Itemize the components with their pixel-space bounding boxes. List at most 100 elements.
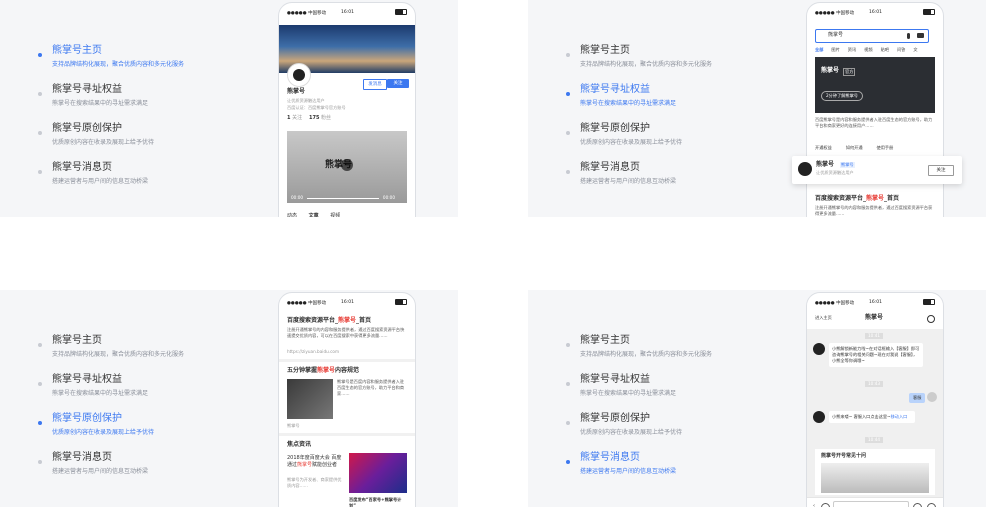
- bullet-dot: [38, 92, 42, 96]
- brand-card[interactable]: 熊掌号 官方 2分钟了解熊掌号: [815, 57, 935, 113]
- brand-card-badge: 官方: [843, 68, 856, 76]
- article-card[interactable]: 熊掌号开号常见十问: [815, 449, 935, 495]
- bullet-dot: [566, 92, 570, 96]
- tab-dynamic[interactable]: 动态: [287, 213, 297, 217]
- focus-item-2-title[interactable]: 百度发布“百家号+熊掌号计划”: [349, 497, 407, 507]
- tab-bar: 动态 文章 视频: [287, 213, 407, 217]
- tab-wenku[interactable]: 文: [913, 47, 917, 52]
- bullet-dot: [38, 421, 42, 425]
- brand-card-actions: 开通权益 如何开通 使用手册: [815, 145, 935, 151]
- focus-item-1-title[interactable]: 2018年度百度大会 百度通过熊掌号赋能创业者: [287, 455, 345, 469]
- menu-item-original[interactable]: 熊掌号原创保护 优质原创内容在收录及展现上给予优待: [558, 412, 788, 451]
- article-card-image: [821, 463, 929, 493]
- focus-item-1-desc: 熊掌号为开发者、商家提供优质内容……: [287, 477, 342, 488]
- play-icon[interactable]: [341, 159, 353, 171]
- menu-item-addressing[interactable]: 熊掌号寻址权益 熊掌号在搜索结果中的寻址需求满足: [30, 373, 260, 412]
- status-bar: ●●●●● 中国移动 16:01: [279, 3, 415, 19]
- mic-icon[interactable]: [907, 33, 910, 39]
- menu-item-message[interactable]: 熊掌号消息页 搭建运营者与用户间的信息互动桥梁: [30, 161, 260, 200]
- menu-item-original[interactable]: 熊掌号原创保护 优质原创内容在收录及展现上给予优待: [558, 122, 788, 161]
- voice-icon[interactable]: [821, 503, 830, 507]
- battery-icon: [395, 9, 407, 15]
- result-1-title[interactable]: 百度搜索资源平台_熊掌号_首页: [287, 317, 371, 325]
- follow-button[interactable]: 关注: [387, 79, 409, 88]
- video-time-current: 00:00: [291, 195, 304, 200]
- menu-item-addressing[interactable]: 熊掌号寻址权益 熊掌号在搜索结果中的寻址需求满足: [30, 83, 260, 122]
- message-input[interactable]: [833, 501, 909, 507]
- brand-card-title: 熊掌号: [821, 67, 840, 74]
- video-player[interactable]: 熊掌号 00:00 00:00: [287, 131, 407, 203]
- tab-video[interactable]: 视频: [864, 47, 872, 52]
- tab-news[interactable]: 资讯: [848, 47, 856, 52]
- tab-images[interactable]: 图片: [831, 47, 839, 52]
- brand-card-desc: 百度熊掌号是内容和服务提供者入驻百度生态的官方账号，助力平台和商家更好的连接用户…: [815, 117, 933, 128]
- action-open-rights[interactable]: 开通权益: [815, 145, 832, 150]
- bullet-dot: [566, 421, 570, 425]
- status-bar: ●●●●● 中国移动 16:01: [807, 293, 943, 309]
- message-button[interactable]: 发消息: [363, 79, 387, 90]
- menu-item-homepage[interactable]: 熊掌号主页 支持品牌结构化展现，聚合优质内容和多元化服务: [30, 334, 260, 373]
- menu-item-message[interactable]: 熊掌号消息页 搭建运营者与用户间的信息互动桥梁: [558, 161, 788, 200]
- bullet-dot: [566, 382, 570, 386]
- panel-addressing: 熊掌号主页 支持品牌结构化展现，聚合优质内容和多元化服务 熊掌号寻址权益 熊掌号在搜…: [528, 0, 986, 217]
- menu-item-message[interactable]: 熊掌号消息页 搭建运营者与用户间的信息互动桥梁: [558, 451, 788, 490]
- brand-card-link[interactable]: 2分钟了解熊掌号: [821, 91, 863, 101]
- tab-qa[interactable]: 问答: [897, 47, 905, 52]
- phone-mockup: ●●●●● 中国移动 16:01 发消息 关注 熊掌号 让优质资源触达用户 百度认…: [278, 2, 416, 217]
- focus-item-1-image: [349, 453, 407, 493]
- tab-all[interactable]: 全部: [815, 47, 823, 52]
- article-card-title: 熊掌号开号常见十问: [821, 453, 867, 459]
- user-avatar: [927, 392, 937, 402]
- action-manual[interactable]: 使用手册: [877, 145, 894, 150]
- divider: [279, 359, 415, 362]
- bullet-dot: [38, 382, 42, 386]
- avatar: [813, 343, 825, 355]
- menu-item-original[interactable]: 熊掌号原创保护 优质原创内容在收录及展现上给予优待: [30, 412, 260, 451]
- floating-follow-card[interactable]: 熊掌号 熊掌号 让优质资源触达用户 关注: [792, 156, 962, 184]
- bullet-dot: [566, 170, 570, 174]
- avatar: [287, 63, 311, 87]
- popup-follow-button[interactable]: 关注: [928, 165, 954, 176]
- panel-original: 熊掌号主页 支持品牌结构化展现，聚合优质内容和多元化服务 熊掌号寻址权益 熊掌号在搜…: [0, 290, 458, 507]
- back-icon[interactable]: ‹: [813, 503, 815, 507]
- tab-article[interactable]: 文章: [309, 213, 319, 217]
- cert-text: 百度认证：百度熊掌号官方账号: [287, 105, 346, 110]
- camera-icon[interactable]: [917, 33, 924, 38]
- bot-message-2: 小熊来喽~ 客服入口点击这里~移动入口: [829, 411, 915, 423]
- menu-item-addressing[interactable]: 熊掌号寻址权益 熊掌号在搜索结果中的寻址需求满足: [558, 83, 788, 122]
- video-progress[interactable]: [307, 198, 379, 199]
- tab-video[interactable]: 视频: [330, 213, 340, 217]
- status-bar: ●●●●● 中国移动 16:01: [807, 3, 943, 19]
- battery-icon: [923, 9, 935, 15]
- bullet-dot: [38, 53, 42, 57]
- action-how-to-open[interactable]: 如何开通: [846, 145, 863, 150]
- search-result-title[interactable]: 百度搜索资源平台_熊掌号_首页: [815, 195, 899, 203]
- avatar: [813, 411, 825, 423]
- panel-homepage: 熊掌号主页 支持品牌结构化展现，聚合优质内容和多元化服务 熊掌号寻址权益 熊掌号在搜…: [0, 0, 458, 217]
- fans-stat: 175 粉丝: [309, 115, 332, 121]
- popup-account-desc: 让优质资源触达用户: [816, 170, 854, 175]
- menu-item-homepage[interactable]: 熊掌号主页 支持品牌结构化展现，聚合优质内容和多元化服务: [30, 44, 260, 83]
- user-settings-icon[interactable]: [927, 315, 935, 323]
- search-box[interactable]: 熊掌号: [815, 29, 929, 43]
- mobile-entry-link[interactable]: 移动入口: [891, 414, 908, 419]
- menu-item-original[interactable]: 熊掌号原创保护 优质原创内容在收录及展现上给予优待: [30, 122, 260, 161]
- menu-item-homepage[interactable]: 熊掌号主页 支持品牌结构化展现，聚合优质内容和多元化服务: [558, 44, 788, 83]
- chat-header: 进入主页 熊掌号: [807, 309, 943, 329]
- feature-menu: 熊掌号主页 支持品牌结构化展现，聚合优质内容和多元化服务 熊掌号寻址权益 熊掌号在搜…: [558, 334, 788, 490]
- plus-icon[interactable]: [927, 503, 936, 507]
- bullet-dot: [38, 170, 42, 174]
- popup-account-tag: 熊掌号: [840, 162, 855, 168]
- result-1-url[interactable]: https://ziyuan.baidu.com: [287, 349, 339, 355]
- go-homepage-link[interactable]: 进入主页: [815, 315, 832, 321]
- menu-item-message[interactable]: 熊掌号消息页 搭建运营者与用户间的信息互动桥梁: [30, 451, 260, 490]
- menu-item-homepage[interactable]: 熊掌号主页 支持品牌结构化展现，聚合优质内容和多元化服务: [558, 334, 788, 373]
- tab-tieba[interactable]: 贴吧: [881, 47, 889, 52]
- search-query: 熊掌号: [828, 32, 844, 38]
- menu-item-addressing[interactable]: 熊掌号寻址权益 熊掌号在搜索结果中的寻址需求满足: [558, 373, 788, 412]
- emoji-icon[interactable]: [913, 503, 922, 507]
- timestamp: 10:41: [865, 333, 884, 339]
- popup-account-name: 熊掌号: [816, 161, 835, 168]
- divider: [279, 433, 415, 436]
- result-2-title[interactable]: 五分钟掌握熊掌号内容规范: [287, 367, 359, 375]
